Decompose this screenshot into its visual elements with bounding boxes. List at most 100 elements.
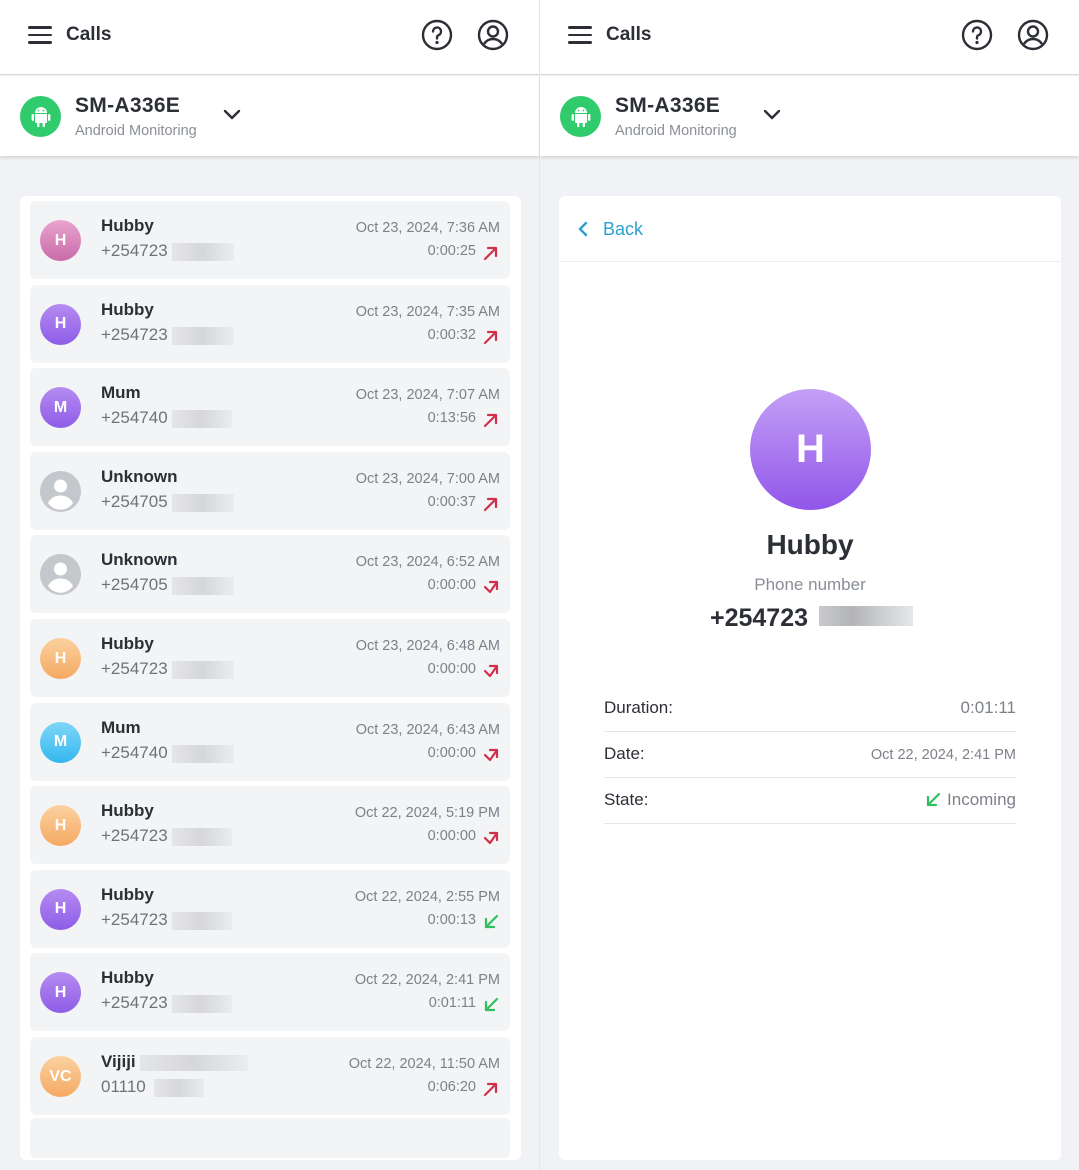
contact-name: Unknown: [101, 550, 178, 570]
device-subtitle: Android Monitoring: [75, 123, 197, 139]
avatar: H: [40, 888, 81, 930]
redacted-digits: [172, 577, 234, 596]
contact-name: Hubby: [101, 968, 154, 988]
contact-name: Hubby: [766, 529, 854, 560]
avatar: M: [40, 387, 81, 429]
redacted-digits: [172, 744, 234, 763]
help-icon[interactable]: [421, 19, 453, 51]
redacted-digits: [819, 606, 913, 626]
list-item[interactable]: Unknown +254705 Oct 23, 2024, 7:00 AM 0:00:…: [30, 451, 510, 530]
call-date: Oct 23, 2024, 7:36 AM: [355, 220, 500, 236]
avatar: M: [40, 721, 81, 763]
phone-number-label: Phone number: [754, 575, 866, 594]
list-item[interactable]: M Mum +254740 Oct 23, 2024, 7:07 AM 0:13:56: [30, 368, 510, 447]
call-date: Oct 23, 2024, 6:43 AM: [355, 721, 500, 738]
duration-row: Duration: 0:01:11: [604, 686, 1016, 732]
missed-outgoing-call-icon: [483, 832, 499, 845]
avatar: [40, 470, 81, 512]
redacted-digits: [172, 911, 232, 930]
contact-number: +254723: [101, 659, 168, 678]
device-subtitle: Android Monitoring: [615, 123, 737, 139]
missed-outgoing-call-icon: [483, 581, 499, 594]
redacted-digits: [172, 243, 234, 261]
call-duration: 0:00:00: [427, 661, 476, 677]
divider: [559, 261, 1061, 262]
call-duration: 0:00:13: [427, 911, 476, 928]
hamburger-menu-icon[interactable]: [28, 26, 52, 44]
redacted-digits: [140, 1055, 248, 1071]
call-duration: 0:13:56: [427, 410, 476, 427]
missed-outgoing-call-icon: [483, 664, 499, 678]
outgoing-call-icon: [483, 1082, 498, 1097]
avatar: H: [750, 389, 871, 510]
contact-name: Hubby: [101, 634, 154, 653]
call-duration: 0:00:32: [427, 326, 476, 343]
contact-number: +254723: [101, 993, 168, 1013]
list-item[interactable]: H Hubby +254723 Oct 22, 2024, 2:55 PM 0:00:1…: [30, 869, 510, 948]
call-detail-card: Back H Hubby Phone number +254723 Durati…: [559, 196, 1061, 1160]
outgoing-call-icon: [483, 330, 498, 344]
contact-number: +254705: [101, 491, 168, 511]
device-selector[interactable]: SM-A336E Android Monitoring: [540, 76, 1079, 156]
avatar: [40, 554, 81, 596]
outgoing-call-icon: [483, 497, 498, 511]
avatar: H: [40, 805, 81, 847]
call-date: Oct 23, 2024, 6:48 AM: [355, 638, 500, 654]
avatar: H: [40, 638, 81, 679]
call-date: Oct 23, 2024, 7:07 AM: [355, 387, 500, 404]
device-selector[interactable]: SM-A336E Android Monitoring: [0, 76, 539, 156]
help-icon[interactable]: [961, 19, 993, 51]
incoming-call-icon: [484, 998, 499, 1012]
call-date: Oct 23, 2024, 7:00 AM: [355, 470, 500, 487]
date-value: Oct 22, 2024, 2:41 PM: [870, 747, 1016, 763]
list-item-partial[interactable]: [30, 1118, 510, 1158]
date-row: Date: Oct 22, 2024, 2:41 PM: [604, 732, 1016, 778]
call-duration: 0:00:00: [427, 577, 476, 594]
contact-number: +254723: [101, 241, 168, 260]
list-item[interactable]: H Hubby +254723 Oct 23, 2024, 7:35 AM 0:00:3…: [30, 284, 510, 363]
account-icon[interactable]: [477, 19, 509, 51]
list-item[interactable]: H Hubby +254723 Oct 22, 2024, 5:19 PM 0:00:0…: [30, 786, 510, 865]
avatar: H: [40, 220, 81, 261]
avatar: H: [40, 303, 81, 345]
redacted-digits: [172, 828, 232, 847]
device-name: SM-A336E: [615, 94, 721, 117]
chevron-left-icon: [578, 221, 588, 237]
list-item[interactable]: M Mum +254740 Oct 23, 2024, 6:43 AM 0:00:00: [30, 702, 510, 781]
list-item[interactable]: H Hubby +254723 Oct 22, 2024, 2:41 PM 0:01:1…: [30, 953, 510, 1032]
list-item[interactable]: H Hubby +254723 Oct 23, 2024, 7:36 AM 0:00:2…: [30, 201, 510, 279]
contact-name: Hubby: [101, 801, 154, 821]
redacted-digits: [172, 493, 234, 512]
duration-value: 0:01:11: [960, 698, 1016, 717]
contact-number: +254740: [101, 408, 168, 428]
outgoing-call-icon: [483, 246, 498, 261]
page-title: Calls: [66, 24, 112, 45]
calls-list: H Hubby +254723 Oct 23, 2024, 7:36 AM 0:00:2…: [20, 196, 521, 1160]
date-label: Date:: [604, 744, 645, 763]
account-icon[interactable]: [1017, 19, 1049, 51]
android-icon: [560, 96, 601, 137]
contact-number: +254723: [101, 826, 168, 846]
contact-name: Vijiji: [101, 1052, 136, 1071]
call-duration: 0:00:00: [427, 828, 476, 845]
redacted-digits: [172, 995, 232, 1014]
call-detail-panel: Calls SM-A336E Android Monitoring Back H…: [540, 0, 1079, 1170]
chevron-down-icon[interactable]: [762, 108, 782, 122]
redacted-digits: [172, 410, 232, 429]
chevron-down-icon[interactable]: [222, 108, 242, 122]
state-row: State: Incoming: [604, 778, 1016, 824]
call-duration: 0:00:37: [427, 493, 476, 510]
calls-list-panel: Calls SM-A336E Android Monitoring H Hubby…: [0, 0, 539, 1170]
list-item[interactable]: Unknown +254705 Oct 23, 2024, 6:52 AM 0:00:…: [30, 535, 510, 614]
missed-outgoing-call-icon: [483, 748, 499, 761]
contact-number: +254740: [101, 742, 168, 762]
duration-label: Duration:: [604, 698, 673, 717]
hamburger-menu-icon[interactable]: [568, 26, 592, 44]
back-button[interactable]: Back: [577, 216, 643, 242]
call-date: Oct 23, 2024, 6:52 AM: [355, 554, 500, 571]
list-item[interactable]: VC Vijiji 01110 Oct 22, 2024, 11:50 AM 0:06:…: [30, 1037, 510, 1115]
contact-name: Mum: [101, 717, 141, 737]
contact-name: Mum: [101, 383, 141, 403]
incoming-call-icon: [926, 792, 941, 807]
list-item[interactable]: H Hubby +254723 Oct 23, 2024, 6:48 AM 0:00:0…: [30, 619, 510, 697]
